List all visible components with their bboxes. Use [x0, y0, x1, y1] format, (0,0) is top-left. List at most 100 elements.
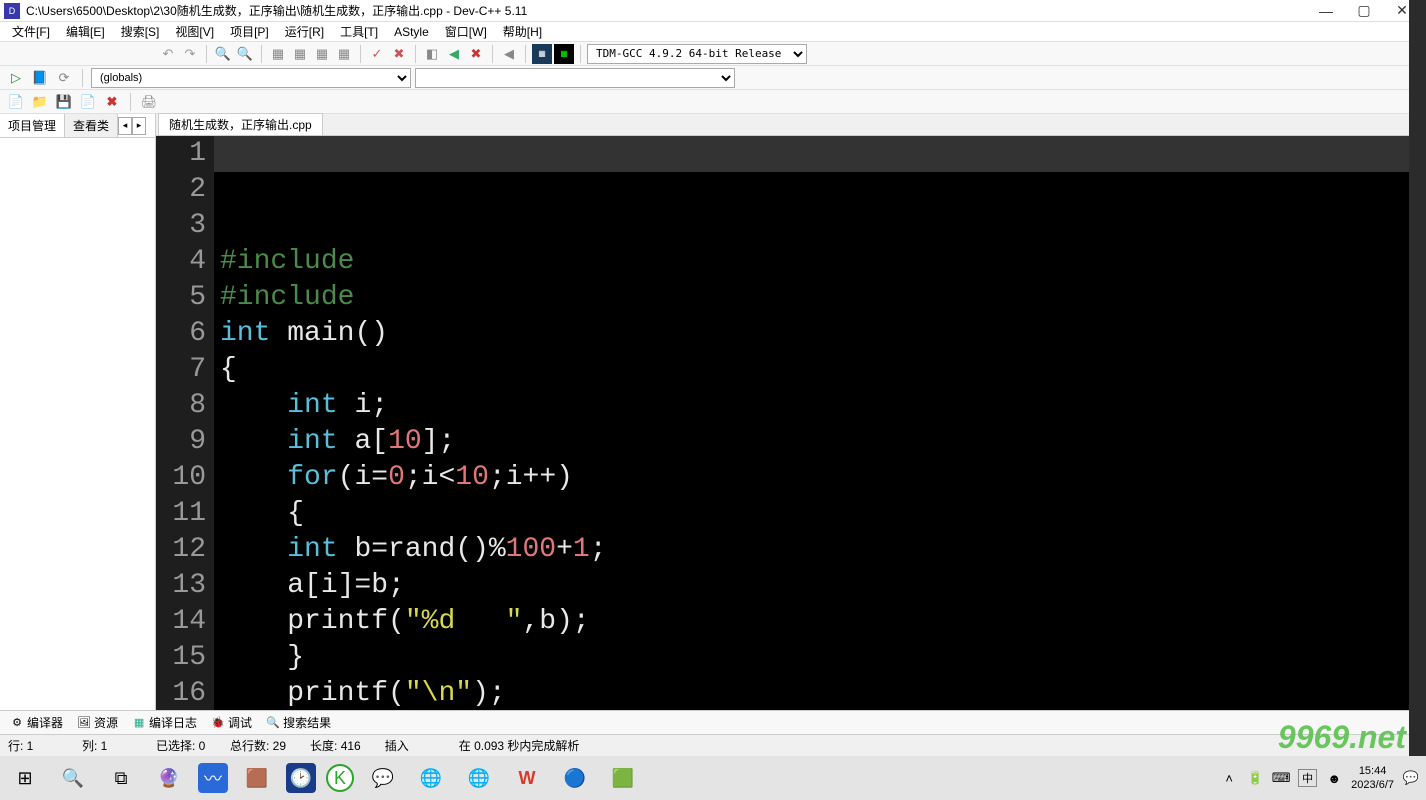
window-title: C:\Users\6500\Desktop\2\30随机生成数，正序输出\随机生…	[26, 2, 1316, 19]
app-icon: D	[4, 3, 20, 19]
close-file-icon[interactable]: 📄	[78, 92, 98, 112]
windows-taskbar: ⊞ 🔍 ⧉ 🔮 〰 🟫 🕑 K 💬 🌐 🌐 W 🔵 🟩 ˄ 🔋 ⌨ 中 ☻ 15…	[0, 756, 1426, 800]
term1-icon[interactable]: ▦	[532, 44, 552, 64]
menu-astyle[interactable]: AStyle	[388, 23, 435, 41]
compile-icon[interactable]: ▦	[268, 44, 288, 64]
menu-edit[interactable]: 编辑[E]	[60, 21, 111, 42]
taskbar-app-2[interactable]: 〰	[198, 763, 228, 793]
search-button[interactable]: 🔍	[54, 759, 92, 797]
editor-tab[interactable]: 随机生成数，正序输出.cpp	[158, 113, 323, 135]
status-col: 列: 1	[82, 737, 132, 754]
resource-icon: 🖼	[77, 716, 91, 730]
taskbar-app-8[interactable]: 🌐	[460, 759, 498, 797]
gear-icon: ⚙	[10, 716, 24, 730]
panel-tab-debug[interactable]: 🐞调试	[207, 712, 256, 733]
find-icon[interactable]: 🔍	[213, 44, 233, 64]
debug-icon[interactable]: ✓	[367, 44, 387, 64]
taskbar-app-10[interactable]: 🔵	[556, 759, 594, 797]
taskbar-app-3[interactable]: 🟫	[238, 759, 276, 797]
taskbar-app-11[interactable]: 🟩	[604, 759, 642, 797]
menu-project[interactable]: 项目[P]	[224, 21, 275, 42]
panel-tab-log[interactable]: ▦编译日志	[128, 712, 201, 733]
new-file-icon[interactable]: 📄	[6, 92, 26, 112]
toolbar-3: 📄 📁 💾 📄 ✖ 🖨	[0, 90, 1426, 114]
replace-icon[interactable]: 🔍	[235, 44, 255, 64]
profile-icon[interactable]: ◧	[422, 44, 442, 64]
panel-tab-compiler[interactable]: ⚙编译器	[6, 712, 67, 733]
panel-tab-search[interactable]: 🔍搜索结果	[262, 712, 335, 733]
prev-icon[interactable]: ◀	[444, 44, 464, 64]
menu-search[interactable]: 搜索[S]	[115, 21, 166, 42]
line-gutter: 1 2 3 4 5 6 7 8 9 10 11 12 13 14 15 16	[156, 136, 214, 710]
delete-icon[interactable]: ✖	[466, 44, 486, 64]
log-icon: ▦	[132, 716, 146, 730]
run-icon[interactable]: ▦	[290, 44, 310, 64]
menu-help[interactable]: 帮助[H]	[497, 21, 548, 42]
compile-run-icon[interactable]: ▦	[312, 44, 332, 64]
main-toolbar: ↶ ↷ 🔍 🔍 ▦ ▦ ▦ ▦ ✓ ✖ ◧ ◀ ✖ ◀ ▦ ▦ TDM-GCC …	[0, 42, 1426, 66]
current-line-highlight	[214, 136, 1426, 172]
sidebar-prev-icon[interactable]: ◂	[118, 117, 132, 135]
open-folder-icon[interactable]: 📁	[30, 92, 50, 112]
code-content[interactable]: #include#includeint main(){ int i; int a…	[214, 136, 1426, 710]
stop-icon[interactable]: ✖	[389, 44, 409, 64]
refresh-icon[interactable]: ⟳	[54, 68, 74, 88]
taskbar-app-6[interactable]: 💬	[364, 759, 402, 797]
system-clock[interactable]: 15:44 2023/6/7	[1351, 764, 1394, 792]
status-line: 行: 1	[8, 737, 58, 754]
bug-icon: 🐞	[211, 716, 225, 730]
tray-battery-icon[interactable]: 🔋	[1246, 769, 1264, 787]
ime-indicator[interactable]: 中	[1298, 769, 1317, 787]
book-icon[interactable]: 📘	[30, 68, 50, 88]
print-icon[interactable]: 🖨	[139, 92, 159, 112]
notifications-icon[interactable]: 💬	[1402, 769, 1420, 787]
task-view-button[interactable]: ⧉	[102, 759, 140, 797]
goto-icon[interactable]: ◀	[499, 44, 519, 64]
compiler-select[interactable]: TDM-GCC 4.9.2 64-bit Release	[587, 44, 807, 64]
tray-emoji-icon[interactable]: ☻	[1325, 769, 1343, 787]
status-mode: 插入	[385, 737, 435, 754]
search-icon: 🔍	[266, 716, 280, 730]
toolbar-2: ▷ 📘 ⟳ (globals)	[0, 66, 1426, 90]
scope-select[interactable]: (globals)	[91, 68, 411, 88]
status-len: 长度: 416	[310, 737, 361, 754]
menu-file[interactable]: 文件[F]	[6, 21, 56, 42]
code-editor[interactable]: 1 2 3 4 5 6 7 8 9 10 11 12 13 14 15 16 #…	[156, 136, 1426, 710]
minimize-button[interactable]: —	[1316, 1, 1336, 21]
clock-date: 2023/6/7	[1351, 778, 1394, 792]
taskbar-app-5[interactable]: K	[326, 764, 354, 792]
bottom-panel-tabs: ⚙编译器 🖼资源 ▦编译日志 🐞调试 🔍搜索结果	[0, 710, 1426, 734]
menu-run[interactable]: 运行[R]	[279, 21, 330, 42]
taskbar-app-4[interactable]: 🕑	[286, 763, 316, 793]
maximize-button[interactable]: ▢	[1354, 1, 1374, 21]
taskbar-app-7[interactable]: 🌐	[412, 759, 450, 797]
member-select[interactable]	[415, 68, 735, 88]
menu-tools[interactable]: 工具[T]	[334, 21, 384, 42]
menu-window[interactable]: 窗口[W]	[439, 21, 493, 42]
status-sel: 已选择: 0	[156, 737, 206, 754]
tray-chevron-icon[interactable]: ˄	[1220, 769, 1238, 787]
sidebar-next-icon[interactable]: ▸	[132, 117, 146, 135]
title-bar: D C:\Users\6500\Desktop\2\30随机生成数，正序输出\随…	[0, 0, 1426, 22]
status-bar: 行: 1 列: 1 已选择: 0 总行数: 29 长度: 416 插入 在 0.…	[0, 734, 1426, 756]
start-button[interactable]: ⊞	[6, 759, 44, 797]
play-icon[interactable]: ▷	[6, 68, 26, 88]
sidebar-tab-project[interactable]: 项目管理	[0, 114, 65, 137]
redo-icon[interactable]: ↷	[180, 44, 200, 64]
close-x-icon[interactable]: ✖	[102, 92, 122, 112]
undo-icon[interactable]: ↶	[158, 44, 178, 64]
sidebar: 项目管理 查看类 ◂ ▸	[0, 114, 156, 710]
menu-bar: 文件[F] 编辑[E] 搜索[S] 视图[V] 项目[P] 运行[R] 工具[T…	[0, 22, 1426, 42]
panel-tab-resource[interactable]: 🖼资源	[73, 712, 122, 733]
status-parse: 在 0.093 秒内完成解析	[459, 737, 580, 754]
taskbar-app-1[interactable]: 🔮	[150, 759, 188, 797]
clock-time: 15:44	[1351, 764, 1394, 778]
sidebar-tab-classes[interactable]: 查看类	[65, 114, 118, 137]
taskbar-app-9[interactable]: W	[508, 759, 546, 797]
term2-icon[interactable]: ▦	[554, 44, 574, 64]
status-total: 总行数: 29	[230, 737, 286, 754]
rebuild-icon[interactable]: ▦	[334, 44, 354, 64]
menu-view[interactable]: 视图[V]	[169, 21, 220, 42]
tray-keyboard-icon[interactable]: ⌨	[1272, 769, 1290, 787]
save-icon[interactable]: 💾	[54, 92, 74, 112]
